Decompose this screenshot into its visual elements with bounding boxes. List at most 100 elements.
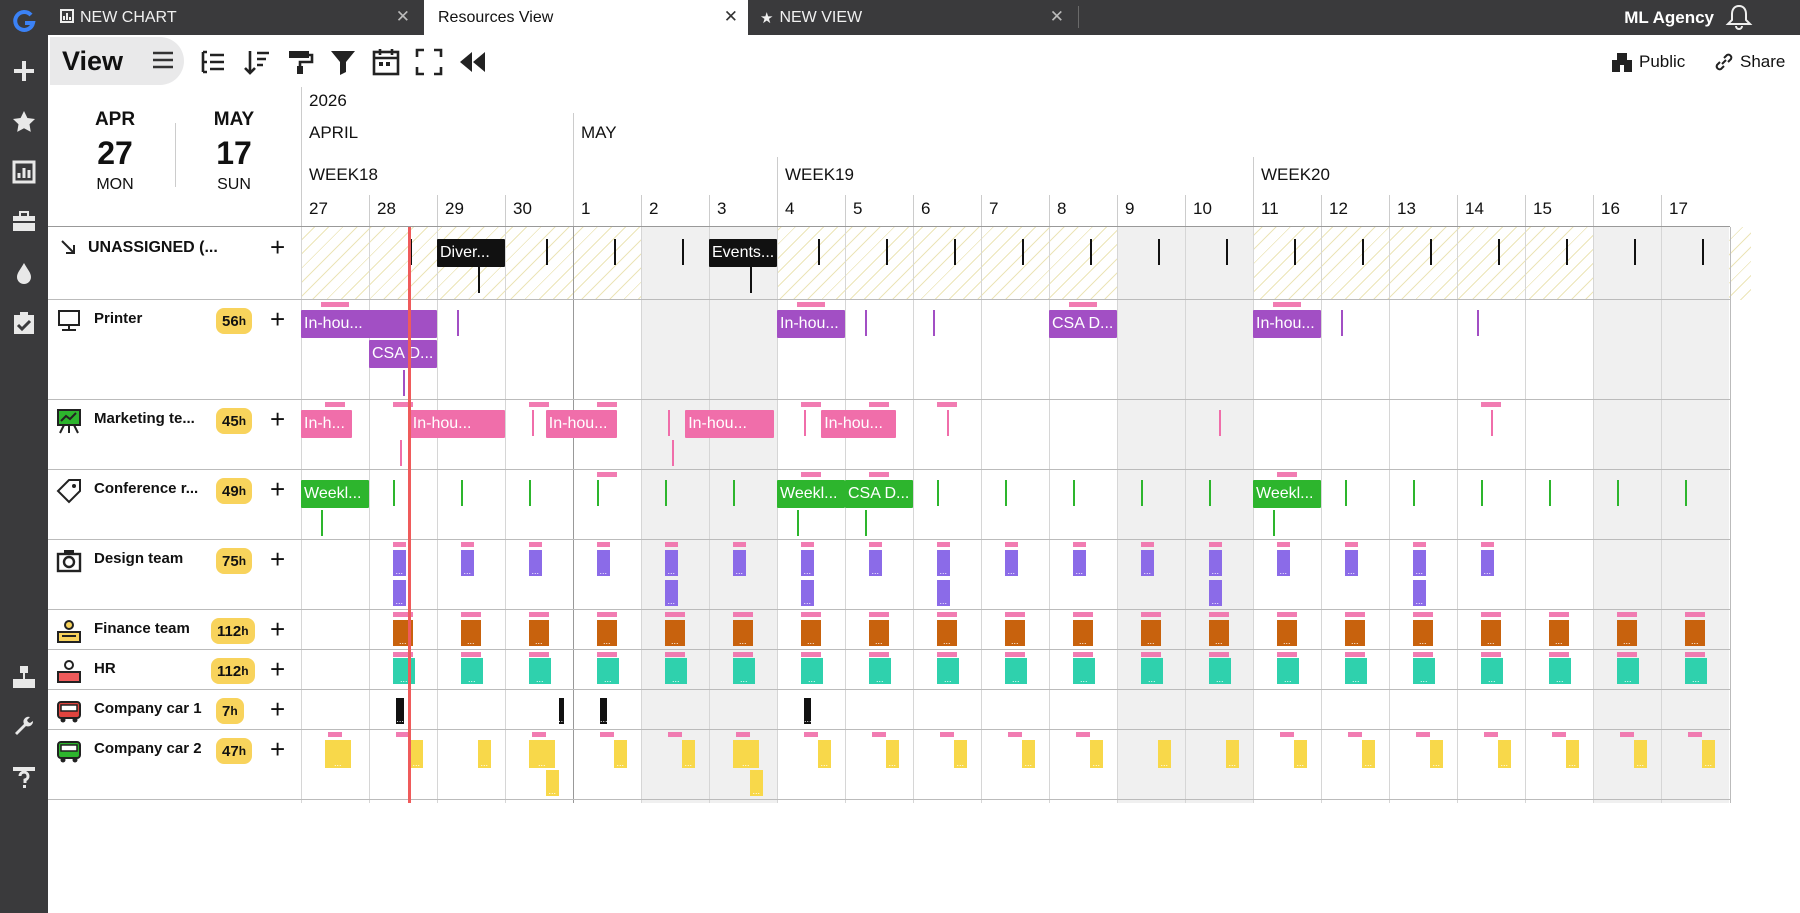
event-marker[interactable] [1157,239,1160,265]
event-chip[interactable]: ... [392,658,415,684]
event-chip[interactable]: ... [664,550,678,576]
event-bar[interactable]: Events... [709,239,777,267]
event-marker[interactable] [1021,239,1024,265]
day-label[interactable]: 10 [1193,199,1212,219]
event-chip[interactable]: ... [1004,550,1018,576]
event-marker[interactable] [403,370,405,396]
event-chip[interactable]: ... [936,550,950,576]
event-marker[interactable] [671,440,674,466]
range-end[interactable]: MAY 17 SUN [189,109,279,194]
day-label[interactable]: 30 [513,199,532,219]
event-chip[interactable]: ... [1701,740,1715,768]
event-chip[interactable]: ... [936,620,957,646]
event-chip[interactable]: ... [732,620,753,646]
event-marker[interactable] [1219,410,1221,436]
date-range[interactable]: APR 27 MON MAY 17 SUN [48,87,301,227]
event-marker[interactable] [1491,410,1493,436]
drop-icon[interactable] [5,254,43,292]
event-chip[interactable]: ... [1072,658,1095,684]
day-label[interactable]: 5 [853,199,862,219]
event-bar[interactable]: In-hou... [409,410,505,438]
event-chip[interactable]: ... [800,620,821,646]
event-chip[interactable]: ... [558,698,566,724]
event-chip[interactable]: ... [528,740,555,768]
org-chart-icon[interactable] [5,658,43,696]
agency-name[interactable]: ML Agency [1624,0,1714,35]
event-chip[interactable]: ... [392,550,406,576]
range-start[interactable]: APR 27 MON [70,109,160,194]
event-bar[interactable]: In-hou... [301,310,437,338]
event-chip[interactable]: ... [1072,620,1093,646]
event-marker[interactable] [1273,510,1276,536]
event-marker[interactable] [1341,310,1344,336]
event-chip[interactable]: ... [868,550,882,576]
event-chip[interactable]: ... [732,658,755,684]
star-icon[interactable] [5,103,43,141]
event-chip[interactable]: ... [1616,620,1637,646]
event-chip[interactable]: ... [1684,620,1705,646]
day-label[interactable]: 4 [785,199,794,219]
close-icon[interactable]: ✕ [724,7,738,27]
event-chip[interactable]: ... [600,698,607,724]
add-event-button[interactable]: + [270,694,285,725]
event-chip[interactable]: ... [1208,580,1222,606]
event-marker[interactable] [457,310,460,336]
event-bar[interactable]: CSA D... [1049,310,1117,338]
event-chip[interactable]: ... [324,740,351,768]
event-marker[interactable] [1225,239,1228,265]
event-chip[interactable]: ... [1140,550,1154,576]
event-chip[interactable]: ... [1480,658,1503,684]
event-chip[interactable]: ... [596,658,619,684]
event-bar[interactable]: CSA D... [369,340,437,368]
event-marker[interactable] [1497,239,1500,265]
day-label[interactable]: 16 [1601,199,1620,219]
resource-name[interactable]: Company car 2 [94,740,202,757]
event-chip[interactable]: ... [1208,620,1229,646]
day-label[interactable]: 13 [1397,199,1416,219]
event-marker[interactable] [1004,480,1007,506]
event-marker[interactable] [933,310,936,336]
day-label[interactable]: 12 [1329,199,1348,219]
day-label[interactable]: 17 [1669,199,1688,219]
resource-label[interactable]: Conference r... 49 h + [48,470,301,539]
event-marker[interactable] [1429,239,1432,265]
resource-label[interactable]: Design team 75 h + [48,540,301,609]
event-chip[interactable]: ... [1633,740,1647,768]
event-chip[interactable]: ... [1344,550,1358,576]
report-icon[interactable] [5,153,43,191]
event-marker[interactable] [885,239,888,265]
tab-resources-view[interactable]: Resources View ✕ [424,0,748,35]
calendar-icon[interactable] [371,47,401,77]
add-event-button[interactable]: + [270,304,285,335]
event-marker[interactable] [749,267,752,293]
event-bar[interactable]: Weekl... [777,480,845,508]
add-event-button[interactable]: + [270,544,285,575]
resource-name[interactable]: Conference r... [94,480,198,497]
resource-label[interactable]: Finance team 112 h + [48,610,301,649]
event-chip[interactable]: ... [396,698,405,724]
day-label[interactable]: 9 [1125,199,1134,219]
resource-name[interactable]: UNASSIGNED (... [88,239,218,257]
event-chip[interactable]: ... [477,740,491,768]
checklist-icon[interactable] [5,304,43,342]
event-chip[interactable]: ... [749,770,763,796]
event-marker[interactable] [817,239,820,265]
event-marker[interactable] [1140,480,1143,506]
event-marker[interactable] [865,310,868,336]
event-chip[interactable]: ... [596,550,610,576]
event-bar[interactable]: CSA D... [845,480,913,508]
event-chip[interactable]: ... [1548,620,1569,646]
event-bar[interactable]: Weekl... [301,480,369,508]
add-event-button[interactable]: + [270,654,285,685]
event-marker[interactable] [797,510,800,536]
event-chip[interactable]: ... [868,620,889,646]
event-bar[interactable]: In-hou... [685,410,774,438]
notification-bell-icon[interactable] [1724,3,1754,31]
event-chip[interactable]: ... [664,658,687,684]
day-label[interactable]: 6 [921,199,930,219]
event-chip[interactable]: ... [1548,658,1571,684]
event-bar[interactable]: Weekl... [1253,480,1321,508]
event-chip[interactable]: ... [1293,740,1307,768]
resource-label[interactable]: Marketing te... 45 h + [48,400,301,469]
event-chip[interactable]: ... [732,740,759,768]
